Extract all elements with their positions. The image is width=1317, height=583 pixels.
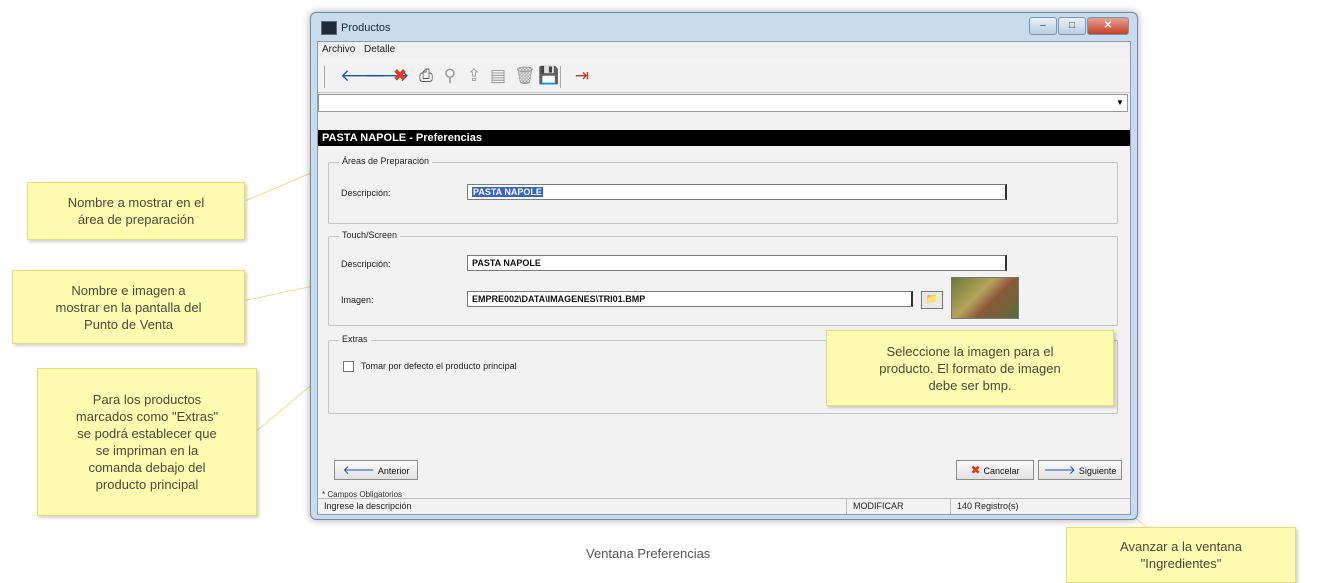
imagen-path-input[interactable]: EMPRE002\DATA\IMAGENES\TRI01.BMP [467, 291, 913, 307]
descripcion-label: Descripción: [341, 259, 391, 269]
delete-x-icon[interactable]: ✖ [390, 66, 410, 86]
close-button[interactable]: ✕ [1087, 17, 1129, 35]
product-image-thumbnail[interactable] [951, 277, 1019, 319]
minimize-button[interactable]: – [1029, 17, 1057, 35]
title-bar: Productos – □ ✕ [311, 13, 1137, 39]
callout-siguiente: Avanzar a la ventana "Ingredientes" [1066, 527, 1296, 583]
callout-area-preparacion: Nombre a mostrar en el área de preparaci… [27, 182, 245, 240]
report-icon[interactable]: ▤ [488, 66, 508, 86]
imagen-label: Imagen: [341, 295, 374, 305]
forward-arrow-icon: 🡒 [1043, 463, 1076, 477]
section-header: PASTA NAPOLE - Preferencias [318, 130, 1130, 146]
status-mode: MODIFICAR [846, 499, 946, 514]
status-bar: Ingrese la descripción MODIFICAR 140 Reg… [318, 498, 1130, 514]
callout-image-format: Seleccione la imagen para el producto. E… [826, 330, 1114, 406]
status-records: 140 Registro(s) [950, 499, 1050, 514]
trash-icon[interactable]: 🗑 [514, 66, 536, 86]
group-legend: Áreas de Preparación [339, 156, 433, 166]
chevron-down-icon[interactable]: ▼ [1113, 95, 1127, 111]
window-title: Productos [341, 22, 391, 34]
menu-bar: Archivo Detalle [318, 42, 1130, 58]
checkbox-label: Tomar por defecto el producto principal [361, 361, 517, 371]
toolbar-separator [560, 66, 561, 88]
window-client-area: Archivo Detalle 🡐 🡒 ✖ ⎙ ⚲ ⇪ ▤ 🗑 💾 ⇥ ▼ PASTA NAPOL… [317, 41, 1131, 515]
app-icon [321, 21, 337, 35]
back-arrow-icon[interactable]: 🡐 [340, 66, 386, 86]
group-legend: Extras [339, 334, 371, 344]
siguiente-label: Siguiente [1078, 466, 1117, 476]
browse-image-button[interactable]: 📁 [921, 291, 943, 309]
group-areas-preparacion: Áreas de Preparación Descripción: PASTA … [328, 156, 1118, 224]
maximize-button[interactable]: □ [1058, 17, 1086, 35]
anterior-button[interactable]: 🡐 Anterior [334, 460, 418, 480]
touch-descripcion-input[interactable]: PASTA NAPOLE [467, 255, 1007, 271]
anterior-label: Anterior [377, 466, 410, 476]
area-descripcion-input[interactable]: PASTA NAPOLE [467, 184, 1007, 200]
descripcion-label: Descripción: [341, 188, 391, 198]
status-message: Ingrese la descripción [324, 501, 412, 511]
back-arrow-icon: 🡐 [342, 463, 375, 477]
toolbar-separator [324, 66, 325, 88]
menu-archivo[interactable]: Archivo [322, 44, 355, 55]
export-icon[interactable]: ⇪ [464, 66, 484, 86]
cancelar-label: Cancelar [983, 466, 1020, 476]
callout-touch-screen: Nombre e imagen a mostrar en la pantalla… [12, 270, 245, 344]
productos-window: Productos – □ ✕ Archivo Detalle 🡐 🡒 ✖ ⎙ ⚲ ⇪ ▤ 🗑… [310, 12, 1138, 520]
forward-arrow-icon[interactable]: 🡒 [364, 66, 410, 86]
default-product-checkbox[interactable] [343, 361, 354, 372]
folder-icon: 📁 [925, 294, 939, 305]
menu-detalle[interactable]: Detalle [364, 44, 395, 55]
print-icon[interactable]: ⎙ [416, 66, 436, 86]
exit-icon[interactable]: ⇥ [572, 66, 592, 86]
record-combobox[interactable]: ▼ [318, 94, 1128, 112]
toolbar: 🡐 🡒 ✖ ⎙ ⚲ ⇪ ▤ 🗑 💾 ⇥ [318, 60, 1130, 93]
cancel-x-icon: ✖ [970, 463, 981, 477]
search-icon[interactable]: ⚲ [440, 66, 460, 86]
callout-extras: Para los productos marcados como "Extras… [37, 368, 257, 516]
group-touch-screen: Touch/Screen Descripción: PASTA NAPOLE I… [328, 230, 1118, 326]
siguiente-button[interactable]: 🡒 Siguiente [1038, 460, 1122, 480]
selected-text: PASTA NAPOLE [472, 187, 543, 197]
cancelar-button[interactable]: ✖ Cancelar [956, 460, 1034, 480]
group-legend: Touch/Screen [339, 230, 401, 240]
save-icon[interactable]: 💾 [538, 66, 559, 86]
figure-caption: Ventana Preferencias [586, 546, 711, 561]
